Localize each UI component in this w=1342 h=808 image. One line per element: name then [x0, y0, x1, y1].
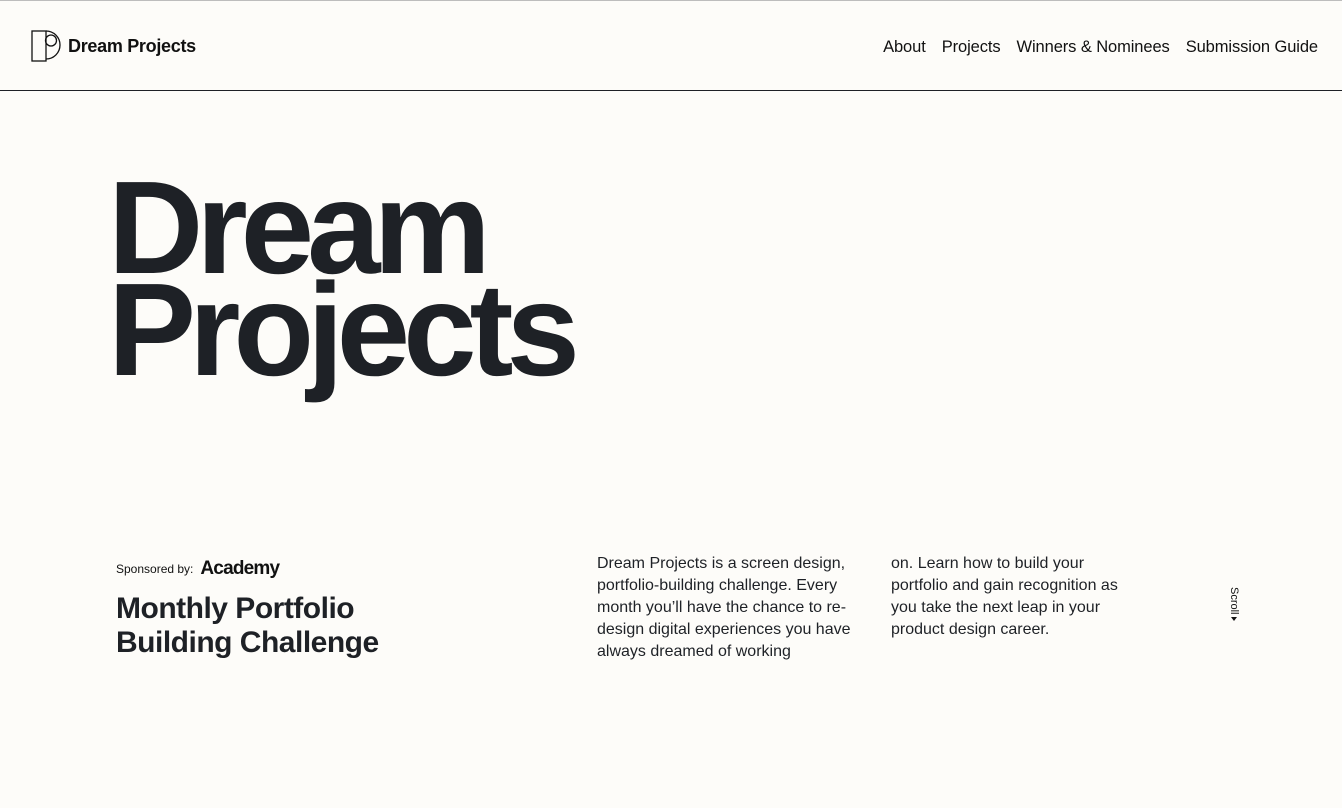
nav-link-about[interactable]: About [883, 38, 926, 57]
sponsor-label: Sponsored by: [116, 562, 194, 576]
dream-projects-logo-icon [31, 30, 61, 62]
hero-title-line-2: Projects [108, 256, 580, 403]
scroll-indicator[interactable]: Scroll [1228, 587, 1240, 621]
description-column-2: on. Learn how to build your portfolio an… [891, 555, 1118, 638]
sponsor-logo-academy[interactable]: Academy [200, 558, 280, 580]
scroll-label: Scroll [1228, 587, 1240, 615]
nav-link-winners-nominees[interactable]: Winners & Nominees [1017, 38, 1170, 57]
nav-link-submission-guide[interactable]: Submission Guide [1186, 38, 1318, 57]
challenge-title: Monthly Portfolio Building Challenge [116, 592, 379, 659]
logo-text: Dream Projects [68, 35, 196, 56]
caret-down-icon [1231, 616, 1237, 621]
main-nav: About Projects Winners & Nominees Submis… [867, 38, 1318, 57]
description-column-1: Dream Projects is a screen design, portf… [597, 555, 851, 660]
logo-link[interactable]: Dream Projects [31, 30, 196, 62]
hero-title: Dream Projects [108, 162, 580, 403]
sponsor-block: Sponsored by: Academy [116, 558, 280, 580]
site-header: Dream Projects About Projects Winners & … [0, 1, 1342, 91]
nav-link-projects[interactable]: Projects [942, 38, 1001, 57]
